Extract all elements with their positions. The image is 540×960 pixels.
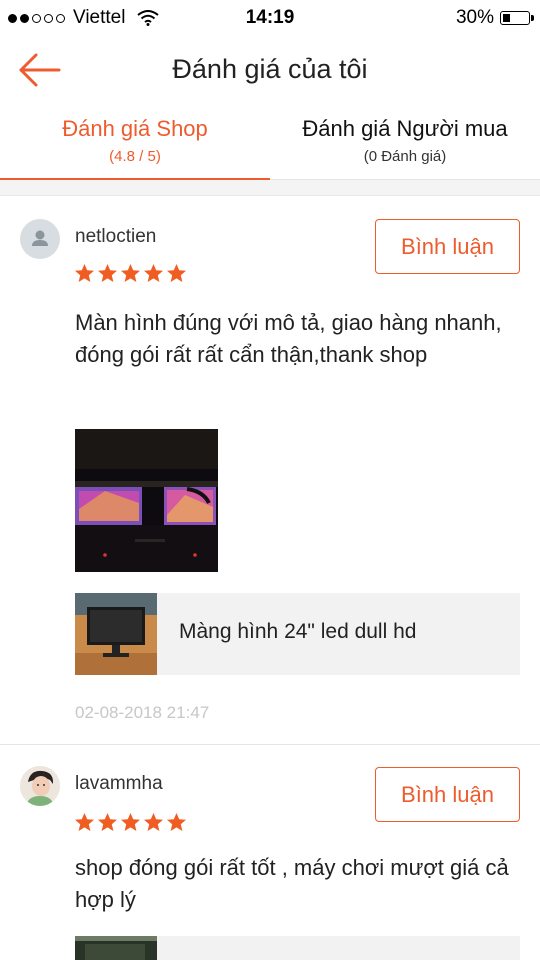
status-right: 30%: [455, 7, 534, 29]
monitor-photo-image: [75, 429, 218, 572]
comment-button[interactable]: Bình luận: [375, 219, 520, 274]
review-text: Màn hình đúng với mô tả, giao hàng nhanh…: [75, 310, 502, 367]
battery-percent: 30%: [455, 7, 494, 28]
status-bar: Viettel 14:19 30%: [0, 0, 540, 36]
tab-subtitle: (4.8 / 5): [109, 148, 161, 165]
tab-subtitle: (0 Đánh giá): [363, 148, 447, 165]
tab-shop-reviews[interactable]: Đánh giá Shop (4.8 / 5): [0, 104, 270, 181]
star-icon: [75, 813, 94, 831]
reviewer-name: lavammha: [75, 773, 163, 794]
user-icon: [32, 230, 48, 246]
star-icon: [75, 264, 94, 282]
comment-button[interactable]: Bình luận: [375, 767, 520, 822]
product-card[interactable]: [157, 936, 520, 960]
star-icon: [98, 813, 117, 831]
star-icon: [167, 813, 186, 831]
user-photo-image: [20, 766, 60, 806]
star-rating: [74, 812, 187, 833]
product-thumbnail: [75, 593, 157, 675]
tab-title: Đánh giá Shop: [62, 116, 208, 141]
review-date: 02-08-2018 21:47: [75, 703, 210, 722]
header: Đánh giá của tôi: [0, 36, 540, 104]
tab-buyer-reviews[interactable]: Đánh giá Người mua (0 Đánh giá): [270, 104, 540, 180]
review-item: lavammha Bình luận shop đóng gói rất tốt…: [0, 746, 540, 960]
reviewer-name: netloctien: [75, 226, 157, 247]
review-item: netloctien Bình luận Màn hình đúng với m…: [0, 197, 540, 745]
review-tabs: Đánh giá Shop (4.8 / 5) Đánh giá Người m…: [0, 104, 540, 181]
review-text: shop đóng gói rất tốt , máy chơi mượt gi…: [75, 855, 509, 912]
product-card[interactable]: Màng hình 24" led dull hd: [75, 593, 520, 675]
battery-icon: [500, 11, 534, 25]
page-title: Đánh giá của tôi: [172, 54, 368, 84]
review-photo[interactable]: [75, 429, 218, 572]
tab-title: Đánh giá Người mua: [302, 116, 508, 141]
star-icon: [121, 813, 140, 831]
star-icon: [144, 813, 163, 831]
star-icon: [121, 264, 140, 282]
avatar[interactable]: [20, 219, 60, 259]
star-icon: [98, 264, 117, 282]
star-rating: [74, 263, 187, 284]
review-photo-image: [75, 936, 157, 960]
section-divider: [0, 180, 540, 196]
product-image: [75, 593, 157, 675]
avatar[interactable]: [20, 766, 60, 806]
review-photo[interactable]: [75, 936, 157, 960]
star-icon: [167, 264, 186, 282]
star-icon: [144, 264, 163, 282]
product-name: Màng hình 24" led dull hd: [179, 620, 417, 643]
